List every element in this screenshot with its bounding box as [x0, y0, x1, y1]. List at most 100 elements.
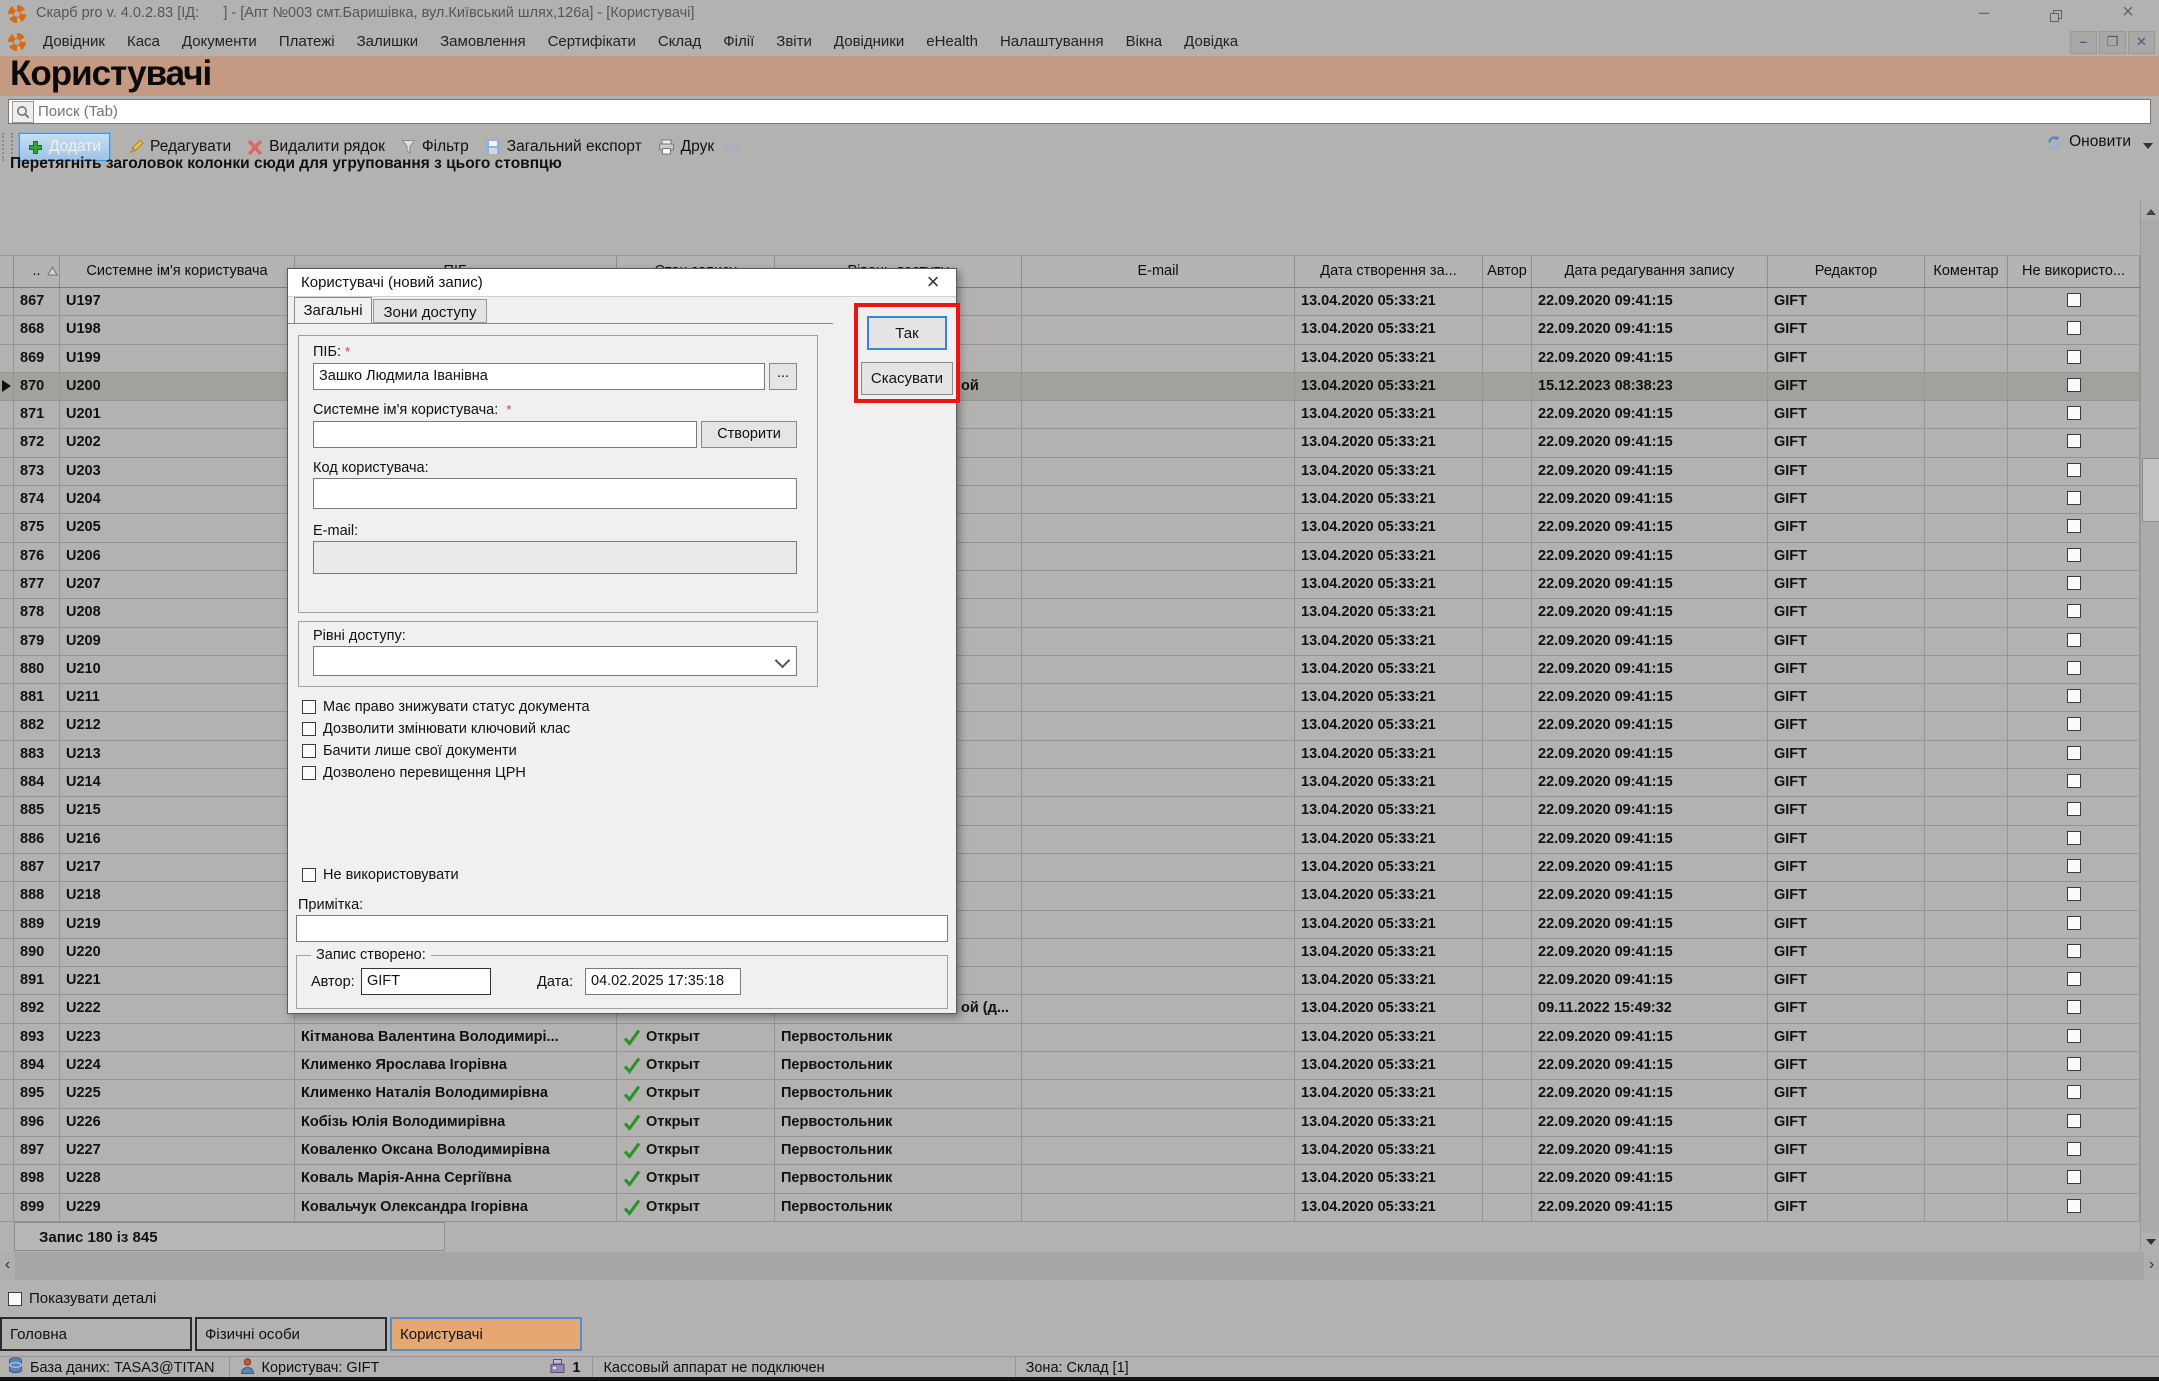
search-input[interactable]	[36, 102, 2150, 121]
print-button[interactable]: Друк	[650, 134, 722, 160]
pib-browse-button[interactable]: ...	[769, 363, 797, 390]
column-header-8[interactable]: Автор	[1483, 256, 1532, 287]
not-used-checkbox[interactable]	[2067, 1114, 2081, 1128]
not-used-checkbox[interactable]	[2067, 887, 2081, 901]
not-used-checkbox[interactable]	[2067, 604, 2081, 618]
not-used-checkbox[interactable]	[2067, 859, 2081, 873]
not-used-checkbox[interactable]	[2067, 1000, 2081, 1014]
not-used-checkbox[interactable]	[2067, 1029, 2081, 1043]
toolbar-overflow-caret[interactable]	[2143, 143, 2153, 154]
table-row[interactable]: 896U226Кобізь Юлія ВолодимирівнаОткрытПе…	[0, 1109, 2140, 1137]
scroll-up-arrow[interactable]	[2141, 200, 2159, 219]
bottom-tab-2[interactable]: Фізичні особи	[195, 1317, 387, 1351]
not-used-checkbox[interactable]	[2067, 1142, 2081, 1156]
code-input[interactable]	[313, 478, 797, 509]
not-used-checkbox[interactable]	[2067, 378, 2081, 392]
permission-checkbox-1[interactable]	[302, 700, 316, 714]
not-used-checkbox[interactable]	[2067, 434, 2081, 448]
scroll-right-arrow[interactable]: ›	[2144, 1252, 2159, 1280]
not-used-checkbox[interactable]	[2067, 350, 2081, 364]
vertical-scroll-thumb[interactable]	[2142, 458, 2159, 522]
menu-item-14[interactable]: Вікна	[1115, 28, 1174, 56]
not-used-checkbox[interactable]	[2067, 661, 2081, 675]
not-used-checkbox[interactable]	[2067, 491, 2081, 505]
not-used-checkbox[interactable]	[2067, 831, 2081, 845]
not-used-checkbox[interactable]	[2067, 689, 2081, 703]
not-used-checkbox[interactable]	[2067, 1057, 2081, 1071]
menu-item-7[interactable]: Сертифікати	[537, 28, 647, 56]
author-input[interactable]: GIFT	[361, 968, 491, 995]
permission-checkbox-3[interactable]	[302, 744, 316, 758]
menu-item-9[interactable]: Філії	[712, 28, 765, 56]
menu-item-2[interactable]: Каса	[116, 28, 171, 56]
column-header-6[interactable]: E-mail	[1022, 256, 1295, 287]
vertical-scrollbar[interactable]	[2140, 200, 2159, 1252]
horizontal-scrollbar[interactable]: ‹ ›	[0, 1252, 2159, 1280]
not-used-checkbox[interactable]	[2067, 944, 2081, 958]
levels-combobox[interactable]	[313, 646, 797, 676]
columns-button[interactable]	[722, 135, 747, 159]
column-header-10[interactable]: Редактор	[1768, 256, 1925, 287]
menu-item-15[interactable]: Довідка	[1173, 28, 1249, 56]
refresh-button[interactable]: Оновити	[2046, 133, 2131, 151]
not-used-checkbox[interactable]	[2067, 746, 2081, 760]
column-header-9[interactable]: Дата редагування запису	[1532, 256, 1768, 287]
close-button[interactable]: ×	[2113, 2, 2143, 24]
not-used-checkbox[interactable]	[2067, 463, 2081, 477]
not-use-checkbox[interactable]	[302, 868, 316, 882]
table-row[interactable]: 897U227Коваленко Оксана ВолодимирівнаОтк…	[0, 1137, 2140, 1165]
table-row[interactable]: 893U223Кітманова Валентина Володимирі...…	[0, 1024, 2140, 1052]
mdi-restore-button[interactable]: ❐	[2099, 31, 2126, 54]
note-input[interactable]	[296, 915, 948, 942]
table-row[interactable]: 894U224Клименко Ярослава ІгорівнаОткрытП…	[0, 1052, 2140, 1080]
column-header-7[interactable]: Дата створення за...	[1295, 256, 1483, 287]
bottom-tab-1[interactable]: Головна	[0, 1317, 192, 1351]
not-used-checkbox[interactable]	[2067, 633, 2081, 647]
sysname-input[interactable]	[313, 421, 697, 448]
show-details-checkbox[interactable]	[8, 1292, 22, 1306]
menu-item-11[interactable]: Довідники	[823, 28, 915, 56]
mdi-minimize-button[interactable]: –	[2070, 31, 2097, 54]
menu-item-3[interactable]: Документи	[171, 28, 268, 56]
not-used-checkbox[interactable]	[2067, 1085, 2081, 1099]
dialog-close-icon[interactable]: ×	[918, 269, 948, 295]
menu-item-5[interactable]: Залишки	[346, 28, 430, 56]
menu-item-1[interactable]: Довідник	[32, 28, 116, 56]
not-used-checkbox[interactable]	[2067, 972, 2081, 986]
not-used-checkbox[interactable]	[2067, 774, 2081, 788]
menu-item-13[interactable]: Налаштування	[989, 28, 1115, 56]
not-used-checkbox[interactable]	[2067, 406, 2081, 420]
not-used-checkbox[interactable]	[2067, 519, 2081, 533]
create-sysname-button[interactable]: Створити	[701, 421, 797, 448]
not-used-checkbox[interactable]	[2067, 576, 2081, 590]
menu-item-8[interactable]: Склад	[647, 28, 712, 56]
not-used-checkbox[interactable]	[2067, 293, 2081, 307]
not-used-checkbox[interactable]	[2067, 717, 2081, 731]
not-used-checkbox[interactable]	[2067, 1199, 2081, 1213]
permission-checkbox-4[interactable]	[302, 766, 316, 780]
scroll-left-arrow[interactable]: ‹	[0, 1252, 15, 1280]
menu-item-12[interactable]: eHealth	[915, 28, 989, 56]
permission-checkbox-2[interactable]	[302, 722, 316, 736]
not-used-checkbox[interactable]	[2067, 1170, 2081, 1184]
restore-button[interactable]	[2041, 2, 2071, 28]
column-header-12[interactable]: Не використо...	[2008, 256, 2140, 287]
column-header-11[interactable]: Коментар	[1925, 256, 2008, 287]
pib-input[interactable]: Зашко Людмила Іванівна	[313, 363, 765, 390]
tab-zony-dostupu[interactable]: Зони доступу	[373, 299, 487, 323]
table-row[interactable]: 899U229Ковальчук Олександра ІгорівнаОткр…	[0, 1194, 2140, 1222]
column-header-2[interactable]: Системне ім'я користувача	[60, 256, 295, 287]
not-used-checkbox[interactable]	[2067, 548, 2081, 562]
not-used-checkbox[interactable]	[2067, 321, 2081, 335]
mdi-close-button[interactable]: ✕	[2128, 31, 2155, 54]
minimize-button[interactable]: –	[1969, 2, 1999, 24]
scroll-down-arrow[interactable]	[2141, 1233, 2159, 1252]
table-row[interactable]: 895U225Клименко Наталія ВолодимирівнаОтк…	[0, 1080, 2140, 1108]
column-header-1[interactable]: ..	[14, 256, 60, 287]
not-used-checkbox[interactable]	[2067, 802, 2081, 816]
date-input[interactable]: 04.02.2025 17:35:18	[585, 968, 741, 995]
menu-item-6[interactable]: Замовлення	[429, 28, 536, 56]
menu-item-10[interactable]: Звіти	[765, 28, 823, 56]
not-used-checkbox[interactable]	[2067, 916, 2081, 930]
menu-item-4[interactable]: Платежі	[268, 28, 346, 56]
